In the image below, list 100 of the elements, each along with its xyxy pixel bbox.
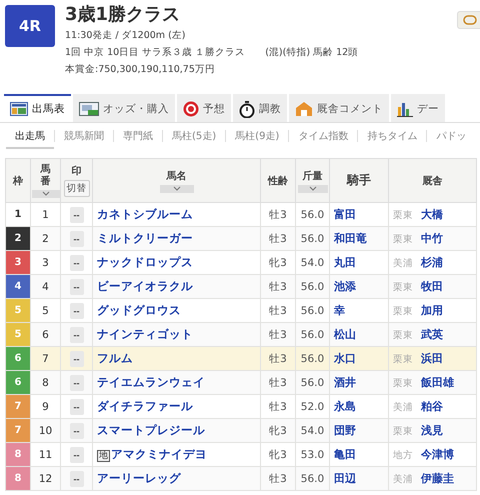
horse-number-cell: 2 (30, 226, 60, 250)
trainer-link[interactable]: 今津博 (421, 448, 454, 461)
frame-number-cell: 7 (6, 418, 30, 442)
weight-cell: 56.0 (296, 370, 330, 394)
frame-number-cell: 3 (6, 250, 30, 274)
nav-tab[interactable]: デー (391, 94, 445, 122)
horse-number-cell: 10 (30, 418, 60, 442)
stable-region: 栗東 (393, 282, 413, 293)
mark-button[interactable]: -- (70, 278, 84, 294)
sub-tab[interactable]: パドッ (427, 124, 476, 148)
horse-number-cell: 1 (30, 202, 60, 226)
frame-number-cell: 7 (6, 394, 30, 418)
stable-region: 美浦 (393, 474, 413, 485)
sort-button[interactable] (160, 184, 194, 192)
trainer-link[interactable]: 浜田 (421, 352, 443, 365)
mark-button[interactable]: -- (70, 398, 84, 414)
trainer-link[interactable]: 粕谷 (421, 400, 443, 413)
trainer-link[interactable]: 伊藤圭 (421, 472, 454, 485)
trainer-link[interactable]: 浅見 (421, 424, 443, 437)
frame-number-cell: 4 (6, 274, 30, 298)
sex-age-cell: 牡3 (260, 274, 296, 298)
stable-region: 栗東 (393, 426, 413, 437)
weight-cell: 56.0 (296, 226, 330, 250)
stable-region: 栗東 (393, 306, 413, 317)
mark-button[interactable]: -- (70, 206, 84, 222)
mark-button[interactable]: -- (70, 374, 84, 390)
nav-tab[interactable]: 予想 (177, 94, 231, 122)
column-header: 枠 (13, 174, 23, 188)
course-map-button[interactable] (457, 11, 480, 29)
sub-tab[interactable]: 競馬新聞 (55, 124, 113, 148)
stopwatch-icon (239, 100, 255, 118)
sub-tab[interactable]: 馬柱(9走) (226, 124, 288, 148)
sex-age-cell: 牡3 (260, 202, 296, 226)
toggle-button[interactable]: 切替 (64, 180, 90, 197)
barn-icon (295, 101, 313, 117)
stable-region: 美浦 (393, 402, 413, 413)
table-icon (10, 102, 28, 116)
weight-cell: 52.0 (296, 394, 330, 418)
frame-number-cell: 5 (6, 322, 30, 346)
nav-tab[interactable]: オッズ・購入 (73, 94, 175, 122)
trainer-link[interactable]: 杉浦 (421, 256, 443, 269)
weight-cell: 56.0 (296, 274, 330, 298)
trainer-link[interactable]: 飯田雄 (421, 376, 454, 389)
sex-age-cell: 牝3 (260, 250, 296, 274)
sex-age-cell: 牡3 (260, 298, 296, 322)
sex-age-cell: 牡3 (260, 226, 296, 250)
weight-cell: 56.0 (296, 298, 330, 322)
race-number-badge: 4R (5, 5, 55, 47)
weight-cell: 56.0 (296, 202, 330, 226)
column-header: 厩舎 (422, 174, 442, 188)
race-time-course: 11:30発走 / ダ1200m (左) (65, 29, 186, 43)
sub-tab[interactable]: 馬柱(5走) (163, 124, 226, 148)
sex-age-cell: 牝3 (260, 418, 296, 442)
weight-cell: 54.0 (296, 418, 330, 442)
weight-cell: 56.0 (296, 346, 330, 370)
horse-number-cell: 5 (30, 298, 60, 322)
mark-button[interactable]: -- (70, 254, 84, 270)
nav-tab[interactable]: 調教 (233, 94, 287, 122)
mark-button[interactable]: -- (70, 446, 84, 462)
horse-name-link[interactable]: フルム (97, 351, 133, 365)
chevron-down-icon (42, 191, 50, 196)
horse-name-link[interactable]: アマクミナイデヨ (111, 447, 207, 461)
sub-tab[interactable]: 専門紙 (114, 124, 162, 148)
nav-tab[interactable]: 厩舎コメント (289, 94, 389, 122)
chevron-down-icon (172, 186, 180, 191)
mark-button[interactable]: -- (70, 230, 84, 246)
stable-region: 美浦 (393, 258, 413, 269)
horse-number-cell: 8 (30, 370, 60, 394)
horse-number-cell: 11 (30, 442, 60, 466)
sub-tab[interactable]: タイム指数 (289, 124, 358, 148)
frame-number-cell: 5 (6, 298, 30, 322)
sex-age-cell: 牡3 (260, 466, 296, 490)
stable-region: 栗東 (393, 210, 413, 221)
mark-button[interactable]: -- (70, 350, 84, 366)
trainer-link[interactable]: 加用 (421, 304, 443, 317)
stable-region: 栗東 (393, 378, 413, 389)
mark-button[interactable]: -- (70, 326, 84, 342)
frame-number-cell: 2 (6, 226, 30, 250)
sort-button[interactable] (32, 190, 60, 198)
weight-cell: 56.0 (296, 466, 330, 490)
sex-age-cell: 牡3 (260, 394, 296, 418)
trainer-link[interactable]: 牧田 (421, 280, 443, 293)
trainer-link[interactable]: 武英 (421, 328, 443, 341)
trainer-link[interactable]: 大橋 (421, 208, 443, 221)
sex-age-cell: 牡3 (260, 370, 296, 394)
mark-button[interactable]: -- (70, 302, 84, 318)
mark-button[interactable]: -- (70, 470, 84, 486)
trainer-link[interactable]: 中竹 (421, 232, 443, 245)
ticket-icon (79, 102, 99, 116)
weight-cell: 53.0 (296, 442, 330, 466)
mark-button[interactable]: -- (70, 422, 84, 438)
sub-tab[interactable]: 持ちタイム (358, 124, 426, 148)
stable-region: 栗東 (393, 354, 413, 365)
sort-button[interactable] (298, 184, 328, 192)
horse-number-cell: 7 (30, 346, 60, 370)
horse-number-cell: 3 (30, 250, 60, 274)
sex-age-cell: 牡3 (260, 322, 296, 346)
weight-cell: 56.0 (296, 322, 330, 346)
jockey-link[interactable]: 幸 (334, 304, 345, 317)
horse-number-cell: 9 (30, 394, 60, 418)
